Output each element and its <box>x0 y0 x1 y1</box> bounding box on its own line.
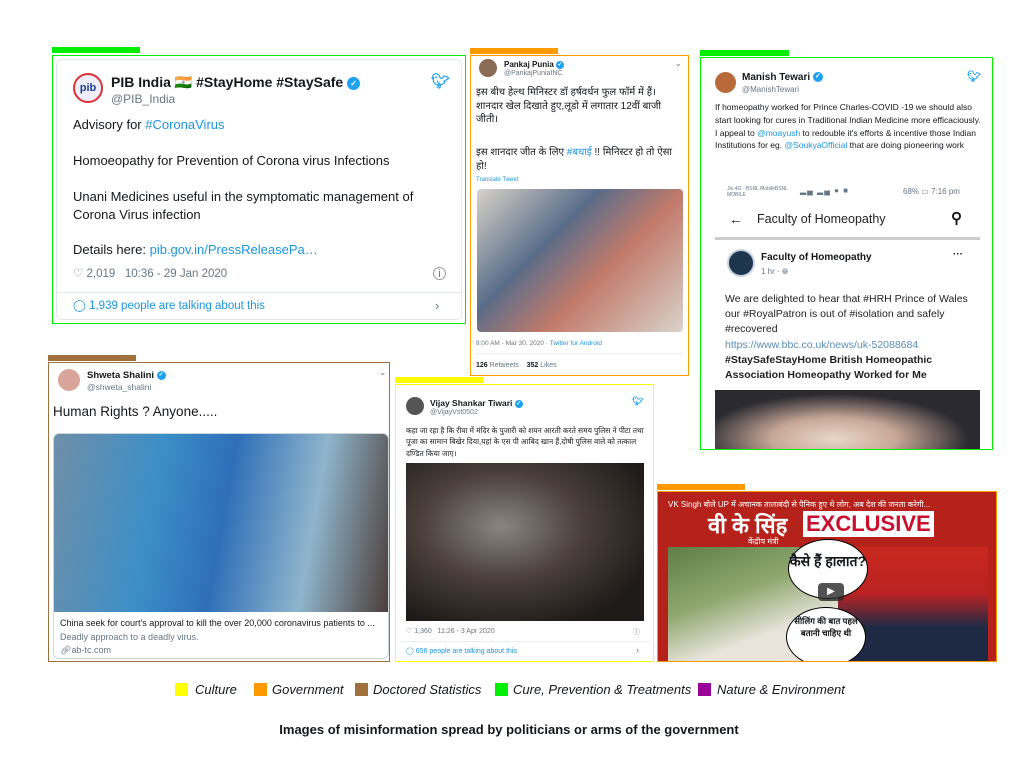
twitter-bird-icon[interactable]: 🐦︎ <box>431 72 450 90</box>
role-caption: केंद्रीय मंत्री <box>748 537 779 546</box>
like-count[interactable]: ♡ 2,019 10:36 - 29 Jan 2020 <box>73 267 227 283</box>
like-count[interactable]: ♡ 1,360 11:26 - 3 Apr 2020 <box>406 627 495 636</box>
post-text: We are delighted to hear that #HRH Princ… <box>725 293 968 382</box>
page-title: Faculty of Homeopathy <box>757 212 886 226</box>
post-author[interactable]: Faculty of Homeopathy <box>761 252 872 263</box>
link-card-title: China seek for court's approval to kill … <box>60 618 375 628</box>
post-photo-prince-charles[interactable] <box>715 390 980 449</box>
back-arrow-icon[interactable]: ← <box>729 211 743 227</box>
tweet-text: इस बीच हेल्थ मिनिस्टर डॉ हर्षवर्धन फुल फ… <box>476 87 661 125</box>
legend-swatch-government <box>254 683 267 696</box>
tweet-shweta-shalini: Shweta Shalini ✓ @shweta_shalini ⌄ Human… <box>48 362 390 662</box>
tweet-vijay-shankar-tiwari: Vijay Shankar Tiwari ✓ @VijayVst0502 🐦︎ … <box>395 384 654 662</box>
tweet-text: इस शानदार जीत के लिए #बधाई !! मिनिस्टर ह… <box>476 147 672 172</box>
link-card-domain: 🔗︎ab-tc.com <box>60 645 111 655</box>
embedded-phone-screenshot[interactable]: Jio 4G · BSNL MobileBSNL MOBILE ▂▄ ▂▄ ● … <box>715 182 980 449</box>
chevron-right-icon[interactable]: › <box>636 645 639 655</box>
tweet-text-line: Advisory for #CoronaVirus <box>73 117 225 132</box>
legend-swatch-nature <box>698 683 711 696</box>
category-tab-government <box>657 484 745 490</box>
legend-label: Cure, Prevention & Treatments <box>513 682 692 697</box>
status-carrier: Jio 4G · BSNL MobileBSNL MOBILE <box>727 186 788 198</box>
author-name[interactable]: Vijay Shankar Tiwari ✓ <box>430 398 523 408</box>
author-handle[interactable]: @VijayVst0502 <box>430 409 478 416</box>
legend-label: Culture <box>195 682 237 697</box>
tweet-text: कहा जा रहा है कि रीवा में मंदिर के पुजार… <box>406 426 644 458</box>
avatar[interactable]: pib <box>73 73 103 103</box>
avatar[interactable] <box>715 72 736 93</box>
tweet-pankaj-punia: Pankaj Punia ✓ @PankajPuniaINC ⌄ इस बीच … <box>470 55 689 376</box>
legend-swatch-cure <box>495 683 508 696</box>
exclusive-banner: EXCLUSIVE <box>803 511 934 537</box>
page-avatar[interactable] <box>727 249 755 277</box>
category-tab-cure <box>52 47 140 53</box>
avatar[interactable] <box>58 369 80 391</box>
tweet-text: If homeopathy worked for Prince Charles-… <box>715 102 981 151</box>
mention-link[interactable]: @moayush <box>757 128 800 138</box>
info-icon[interactable]: ⓘ <box>633 627 640 637</box>
more-options-icon[interactable]: ··· <box>953 249 963 260</box>
author-handle[interactable]: @shweta_shalini <box>87 382 151 392</box>
legend-label: Government <box>272 682 344 697</box>
avatar[interactable] <box>479 59 497 77</box>
translate-tweet-link[interactable]: Translate Tweet <box>476 176 518 184</box>
chevron-down-icon[interactable]: ⌄ <box>379 367 387 378</box>
author-name[interactable]: Shweta Shalini ✓ <box>87 370 166 381</box>
link-icon: 🔗︎ <box>60 645 72 655</box>
tweet-text-line: Homoeopathy for Prevention of Corona vir… <box>73 153 390 168</box>
play-icon[interactable]: ▶ <box>818 583 844 601</box>
author-handle[interactable]: @PankajPuniaINC <box>504 70 562 77</box>
chevron-right-icon[interactable]: › <box>435 298 439 313</box>
speech-bubble: सीलिंग की बात पहले बतानी चाहिए थी <box>786 607 866 661</box>
link-card-image <box>54 434 388 612</box>
post-time: 1 hr · 🌐︎ <box>761 267 789 276</box>
engagement-counts[interactable]: 126 Retweets 352 Likes <box>476 361 557 370</box>
details-link[interactable]: pib.gov.in/PressReleasePa… <box>150 242 318 257</box>
legend-swatch-doctored-statistics <box>355 683 368 696</box>
tweet-photo-ludo[interactable] <box>477 189 683 332</box>
conversation-link[interactable]: ◯ 1,939 people are talking about this <box>73 299 265 315</box>
tweet-text-line: Details here: pib.gov.in/PressReleasePa… <box>73 242 318 257</box>
tweet-text: Human Rights ? Anyone..... <box>53 404 218 419</box>
category-tab-cure <box>700 50 789 56</box>
signal-icons: ▂▄ ▂▄ ● ■ <box>800 186 849 195</box>
twitter-bird-icon[interactable]: 🐦︎ <box>967 70 981 83</box>
author-name[interactable]: PIB India 🇮🇳 #StayHome #StaySafe ✓ <box>111 74 361 91</box>
category-tab-government <box>470 48 558 54</box>
hashtag-link[interactable]: #बधाई <box>567 147 592 158</box>
author-name[interactable]: Manish Tewari ✓ <box>742 72 823 83</box>
author-name[interactable]: Pankaj Punia ✓ <box>504 60 565 69</box>
status-battery-clock: 68% ▭ 7:16 pm <box>903 187 960 196</box>
tweet-timestamp: 8:00 AM - Mar 30, 2020 · Twitter for And… <box>476 340 602 347</box>
avatar[interactable] <box>406 397 424 415</box>
video-title[interactable]: VK Singh बोले UP में अचानक तालाबंदी से प… <box>668 499 988 510</box>
category-tab-doctored-statistics <box>48 355 136 361</box>
tweet-pib-india: pib PIB India 🇮🇳 #StayHome #StaySafe ✓ @… <box>52 55 466 324</box>
legend-label: Nature & Environment <box>717 682 845 697</box>
author-handle[interactable]: @ManishTewari <box>742 85 799 94</box>
video-thumbnail[interactable]: VK Singh बोले UP में अचानक तालाबंदी से प… <box>657 491 997 662</box>
legend-label: Doctored Statistics <box>373 682 482 697</box>
hashtag-link[interactable]: #CoronaVirus <box>145 117 224 132</box>
link-card[interactable]: China seek for court's approval to kill … <box>53 433 389 659</box>
twitter-bird-icon[interactable]: 🐦︎ <box>632 396 643 407</box>
tweet-photo[interactable] <box>406 463 644 621</box>
legend-swatch-culture <box>175 683 188 696</box>
link-card-description: Deadly approach to a deadly virus. <box>60 632 199 642</box>
search-icon[interactable]: ⚲ <box>951 209 962 227</box>
tweet-manish-tewari: Manish Tewari ✓ @ManishTewari 🐦︎ If home… <box>700 57 993 450</box>
author-handle[interactable]: @PIB_India <box>111 92 175 106</box>
tweet-text-line: Unani Medicines useful in the symptomati… <box>73 189 414 222</box>
figure-caption: Images of misinformation spread by polit… <box>279 722 739 737</box>
conversation-link[interactable]: ◯ 656 people are talking about this <box>406 647 517 656</box>
mention-link[interactable]: @SoukyaOfficial <box>784 140 847 150</box>
chevron-down-icon[interactable]: ⌄ <box>675 59 682 68</box>
category-tab-culture <box>395 377 483 383</box>
info-icon[interactable]: i <box>433 267 446 280</box>
